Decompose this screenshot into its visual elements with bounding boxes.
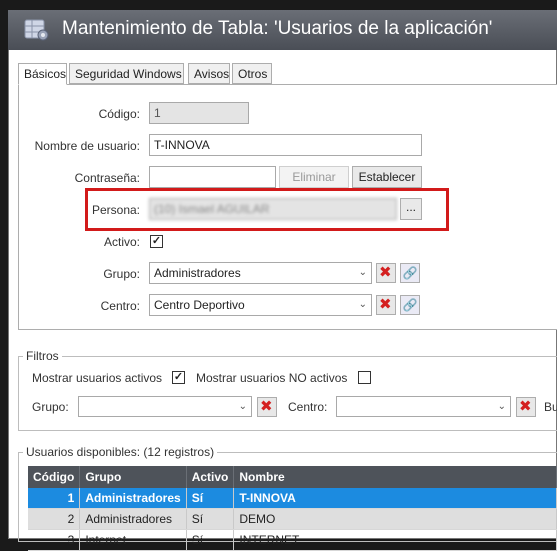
window-title: Mantenimiento de Tabla: 'Usuarios de la … (62, 18, 493, 39)
mostrar-no-activos-label: Mostrar usuarios NO activos (196, 371, 348, 385)
cell-activo: Sí (186, 529, 235, 551)
title-bar: Mantenimiento de Tabla: 'Usuarios de la … (8, 10, 557, 50)
centro-label: Centro: (100, 299, 140, 313)
tab-seguridad-windows[interactable]: Seguridad Windows (69, 63, 184, 84)
cell-nombre: T-INNOVA (233, 488, 557, 509)
usuarios-table: Código Grupo Activo Nombre 1 Administrad… (28, 466, 557, 551)
cell-activo: Sí (186, 508, 235, 530)
tab-avisos[interactable]: Avisos (188, 63, 230, 84)
filtro-centro-clear-icon[interactable] (516, 397, 536, 417)
table-settings-icon (24, 19, 49, 41)
filtros-group (18, 356, 557, 431)
chevron-down-icon: ⌄ (497, 401, 506, 412)
buscar-label[interactable]: Bu (544, 400, 557, 414)
nombre-usuario-label: Nombre de usuario: (34, 139, 140, 153)
grupo-label: Grupo: (103, 267, 140, 281)
cell-codigo: 2 (28, 508, 81, 530)
table-row[interactable]: 2 Administradores Sí DEMO (28, 508, 557, 530)
centro-select[interactable]: Centro Deportivo ⌄ (149, 294, 372, 316)
eliminar-button[interactable]: Eliminar (279, 166, 349, 188)
cell-codigo: 1 (28, 488, 81, 509)
grupo-clear-icon[interactable] (376, 263, 396, 283)
col-nombre[interactable]: Nombre (233, 466, 557, 488)
usuarios-legend: Usuarios disponibles: (12 registros) (23, 445, 218, 459)
tab-basicos[interactable]: Básicos (18, 63, 67, 85)
cell-activo: Sí (186, 488, 235, 509)
centro-clear-icon[interactable] (376, 295, 396, 315)
codigo-field[interactable]: 1 (149, 102, 249, 124)
cell-grupo: Administradores (79, 508, 187, 530)
mostrar-no-activos-checkbox[interactable] (358, 371, 371, 384)
codigo-label: Código: (98, 107, 140, 121)
grupo-select-value: Administradores (154, 266, 241, 280)
cell-nombre: DEMO (233, 508, 557, 530)
cell-nombre: INTERNET (233, 529, 557, 551)
centro-select-value: Centro Deportivo (154, 298, 245, 312)
table-row[interactable]: 1 Administradores Sí T-INNOVA (28, 488, 557, 509)
mostrar-activos-label: Mostrar usuarios activos (32, 371, 163, 385)
filtro-centro-label: Centro: (288, 400, 328, 414)
activo-label: Activo: (103, 235, 140, 249)
grupo-link-icon[interactable]: 🔗 (400, 263, 420, 283)
nombre-usuario-field[interactable]: T-INNOVA (149, 134, 422, 156)
col-activo[interactable]: Activo (186, 466, 235, 488)
chevron-down-icon: ⌄ (238, 401, 247, 412)
filtros-legend: Filtros (23, 349, 62, 363)
table-row[interactable]: 3 Internet Sí INTERNET (28, 529, 557, 551)
persona-highlight-box (85, 188, 449, 231)
activo-checkbox[interactable]: ✓ (150, 235, 163, 248)
filtro-grupo-select[interactable]: ⌄ (78, 396, 252, 417)
contrasena-label: Contraseña: (74, 171, 140, 185)
chevron-down-icon: ⌄ (358, 267, 367, 278)
cell-codigo: 3 (28, 529, 81, 551)
establecer-button[interactable]: Establecer (352, 166, 422, 188)
grupo-select[interactable]: Administradores ⌄ (149, 262, 372, 284)
cell-grupo: Administradores (79, 488, 187, 509)
filtro-centro-select[interactable]: ⌄ (336, 396, 511, 417)
mostrar-activos-checkbox[interactable]: ✓ (172, 371, 185, 384)
chevron-down-icon: ⌄ (358, 299, 367, 310)
filtro-grupo-label: Grupo: (32, 400, 69, 414)
centro-link-icon[interactable]: 🔗 (400, 295, 420, 315)
col-grupo[interactable]: Grupo (79, 466, 187, 488)
table-header-row: Código Grupo Activo Nombre (28, 466, 557, 488)
col-codigo[interactable]: Código (28, 466, 81, 488)
filtro-grupo-clear-icon[interactable] (257, 397, 277, 417)
cell-grupo: Internet (79, 529, 187, 551)
contrasena-field[interactable] (149, 166, 276, 188)
tab-otros[interactable]: Otros (232, 63, 272, 84)
